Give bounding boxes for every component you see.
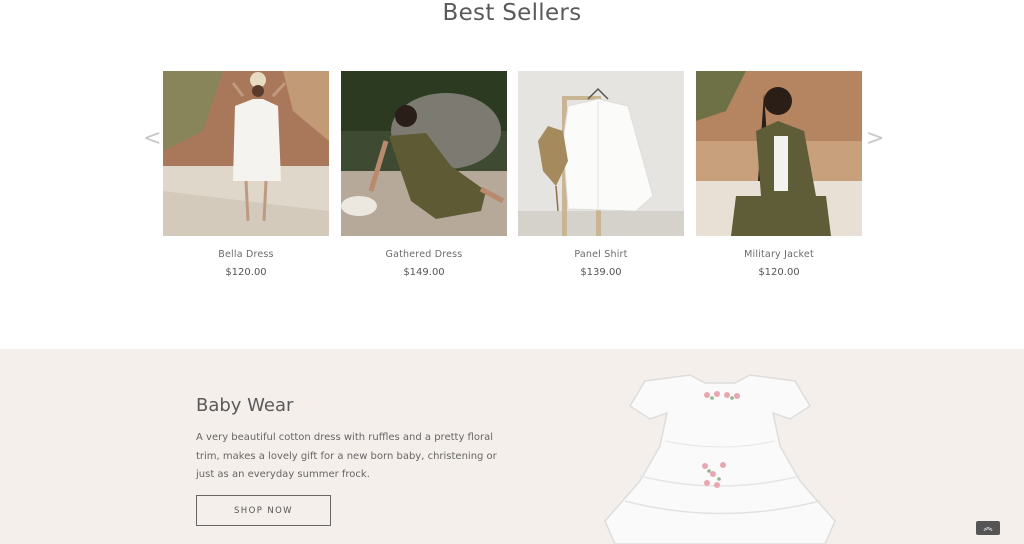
product-price: $149.00 [403, 267, 445, 278]
product-name[interactable]: Bella Dress [163, 249, 329, 260]
shop-now-button[interactable]: SHOP NOW [196, 495, 331, 526]
product-card[interactable]: Panel Shirt $139.00 [518, 71, 684, 278]
product-price: $120.00 [758, 267, 800, 278]
page-title: Best Sellers [442, 0, 582, 26]
promo-heading: Baby Wear [196, 395, 294, 416]
product-name[interactable]: Gathered Dress [341, 249, 507, 260]
promo-section: Baby Wear A very beautiful cotton dress … [0, 349, 1024, 544]
product-image[interactable] [163, 71, 329, 236]
product-price: $139.00 [580, 267, 622, 278]
double-chevron-up-icon[interactable]: ︽ [976, 521, 1000, 535]
promo-description: A very beautiful cotton dress with ruffl… [196, 432, 497, 480]
product-price: $120.00 [225, 267, 267, 278]
carousel-next-icon[interactable]: > [866, 128, 884, 150]
product-image[interactable] [518, 71, 684, 236]
product-image[interactable] [341, 71, 507, 236]
product-image[interactable] [696, 71, 862, 236]
product-name[interactable]: Military Jacket [696, 249, 862, 260]
baby-dress-image [595, 361, 845, 544]
carousel-prev-icon[interactable]: < [143, 128, 161, 150]
product-card[interactable]: Gathered Dress $149.00 [341, 71, 507, 278]
product-name[interactable]: Panel Shirt [518, 249, 684, 260]
product-card[interactable]: Bella Dress $120.00 [163, 71, 329, 278]
product-card[interactable]: Military Jacket $120.00 [696, 71, 862, 278]
